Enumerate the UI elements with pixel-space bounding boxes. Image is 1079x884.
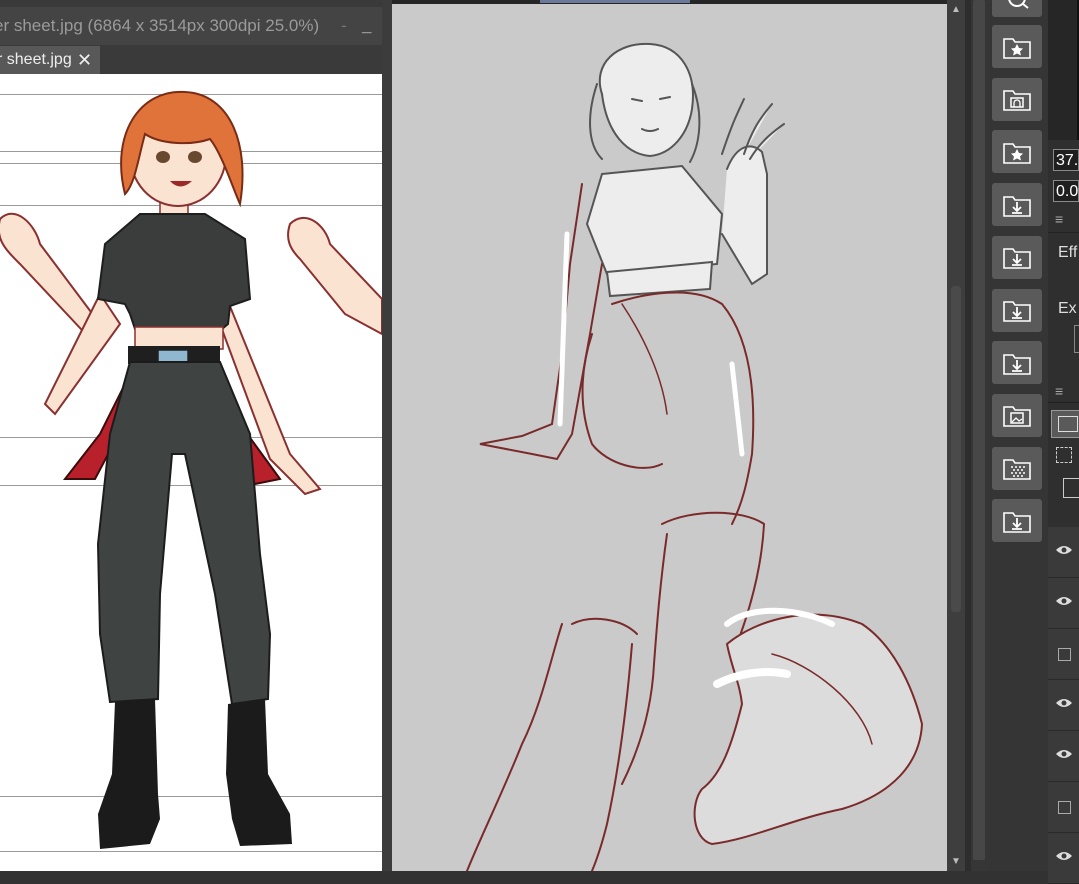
offset-value-field[interactable]: 0.0	[1053, 180, 1079, 202]
scroll-down-icon[interactable]: ▼	[950, 856, 962, 867]
material-palette-column	[988, 0, 1048, 871]
pose-sketch-illustration	[466, 42, 924, 871]
layer-row[interactable]	[1048, 833, 1079, 884]
visibility-checkbox[interactable]	[1058, 648, 1071, 661]
eye-icon[interactable]	[1055, 544, 1073, 556]
layer-row[interactable]	[1048, 680, 1079, 731]
material-button[interactable]	[992, 77, 1042, 121]
panel-splitter-bar[interactable]	[973, 0, 985, 860]
material-button[interactable]	[992, 446, 1042, 490]
opacity-value-field[interactable]: 37.	[1053, 149, 1079, 171]
subwindow-title: er sheet.jpg (6864 x 3514px 300dpi 25.0%…	[0, 16, 320, 35]
material-image-folder-icon	[1003, 90, 1031, 111]
mask-layer-icon[interactable]	[1063, 478, 1079, 498]
sketch-canvas[interactable]	[392, 4, 947, 871]
material-picture-folder-icon	[1003, 406, 1031, 428]
search-icon	[1008, 0, 1029, 9]
material-button[interactable]	[992, 393, 1042, 437]
scrollbar-thumb[interactable]	[951, 286, 961, 612]
eye-icon[interactable]	[1055, 697, 1073, 709]
selection-layer-icon[interactable]	[1056, 447, 1072, 463]
active-tab-indicator	[540, 0, 690, 3]
panel-divider[interactable]	[971, 0, 988, 871]
subwindow-border	[382, 0, 392, 871]
canvas-tab[interactable]: r sheet.jpg ✕	[0, 46, 100, 74]
material-button[interactable]	[992, 183, 1042, 227]
eye-icon[interactable]	[1055, 595, 1073, 607]
eye-icon[interactable]	[1055, 748, 1073, 760]
panel-separator	[1048, 402, 1079, 403]
layer-row[interactable]	[1048, 782, 1079, 833]
minimize-icon[interactable]: _	[362, 7, 371, 45]
panel-separator	[1048, 232, 1079, 233]
character-reference-illustration	[0, 90, 382, 849]
material-button[interactable]	[992, 130, 1042, 174]
close-icon[interactable]: ✕	[77, 46, 92, 74]
material-download-folder-icon	[1003, 195, 1031, 217]
material-tone-folder-icon	[1003, 459, 1031, 480]
navigator-preview	[1048, 0, 1079, 140]
reference-canvas[interactable]	[0, 74, 382, 871]
expression-dropdown[interactable]	[1074, 325, 1079, 353]
material-download-folder-icon	[1003, 353, 1031, 375]
material-button[interactable]	[992, 499, 1042, 543]
material-download-folder-icon	[1003, 301, 1031, 322]
layer-icon	[1058, 416, 1078, 432]
vertical-scrollbar[interactable]: ▲ ▼	[947, 0, 965, 871]
material-star-folder-icon	[1003, 37, 1031, 59]
scroll-up-icon[interactable]: ▲	[950, 4, 962, 15]
subwindow-titlebar[interactable]: er sheet.jpg (6864 x 3514px 300dpi 25.0%…	[0, 7, 390, 45]
layer-row[interactable]	[1048, 731, 1079, 782]
layer-menu-icon[interactable]: ≡	[1055, 384, 1067, 398]
material-download-folder-icon	[1003, 248, 1031, 270]
expression-section-label: Ex	[1058, 300, 1077, 317]
eye-icon[interactable]	[1055, 850, 1073, 862]
material-button[interactable]	[992, 25, 1042, 68]
layer-row[interactable]	[1048, 527, 1079, 578]
reference-subwindow: er sheet.jpg (6864 x 3514px 300dpi 25.0%…	[0, 0, 390, 871]
material-button[interactable]	[992, 341, 1042, 385]
visibility-checkbox[interactable]	[1058, 801, 1071, 814]
canvas-tab-label: r sheet.jpg	[0, 51, 72, 68]
new-raster-layer-button[interactable]	[1051, 410, 1079, 438]
panel-menu-icon[interactable]: ≡	[1055, 212, 1067, 226]
material-download-folder-icon	[1003, 511, 1031, 533]
search-material-button[interactable]	[992, 0, 1042, 17]
effect-section-label: Eff	[1058, 244, 1078, 261]
material-star-folder-icon	[1003, 143, 1031, 164]
material-button[interactable]	[992, 288, 1042, 332]
material-button[interactable]	[992, 235, 1042, 279]
layer-row[interactable]	[1048, 629, 1079, 680]
layer-row[interactable]	[1048, 578, 1079, 629]
title-dash: -	[341, 16, 347, 35]
